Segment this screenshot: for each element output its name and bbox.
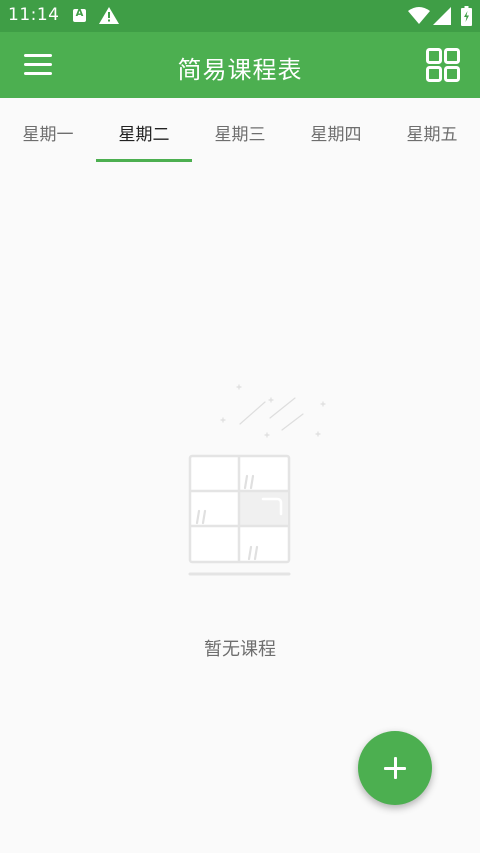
app-bar: 简易课程表 [0,32,480,98]
tab-monday[interactable]: 星期一 [0,98,96,164]
status-bar: 11:14 A [0,0,480,32]
empty-state-message: 暂无课程 [204,639,276,660]
battery-charging-icon [461,6,472,26]
tab-friday[interactable]: 星期五 [384,98,480,164]
tab-tuesday[interactable]: 星期二 [96,98,192,164]
a-notification-icon: A [73,8,86,22]
tab-label: 星期二 [118,125,170,145]
wifi-icon [408,7,430,24]
empty-bookshelf-illustration [188,384,326,576]
tab-label: 星期五 [406,125,458,145]
warning-icon [99,7,119,24]
a-notification-letter: A [75,8,84,19]
tab-thursday[interactable]: 星期四 [288,98,384,164]
app-title: 简易课程表 [177,56,303,84]
tab-indicator [96,159,192,162]
add-course-button[interactable] [358,731,432,805]
tab-label: 星期一 [22,125,74,145]
tab-label: 星期三 [214,125,266,145]
tab-wednesday[interactable]: 星期三 [192,98,288,164]
day-tabs: 星期一 星期二 星期三 星期四 星期五 [0,98,480,164]
grid-view-icon [426,48,460,82]
tab-label: 星期四 [310,125,362,145]
menu-button[interactable] [14,42,62,88]
signal-icon [433,7,451,25]
grid-view-button[interactable] [420,42,466,88]
status-time: 11:14 [8,5,60,25]
